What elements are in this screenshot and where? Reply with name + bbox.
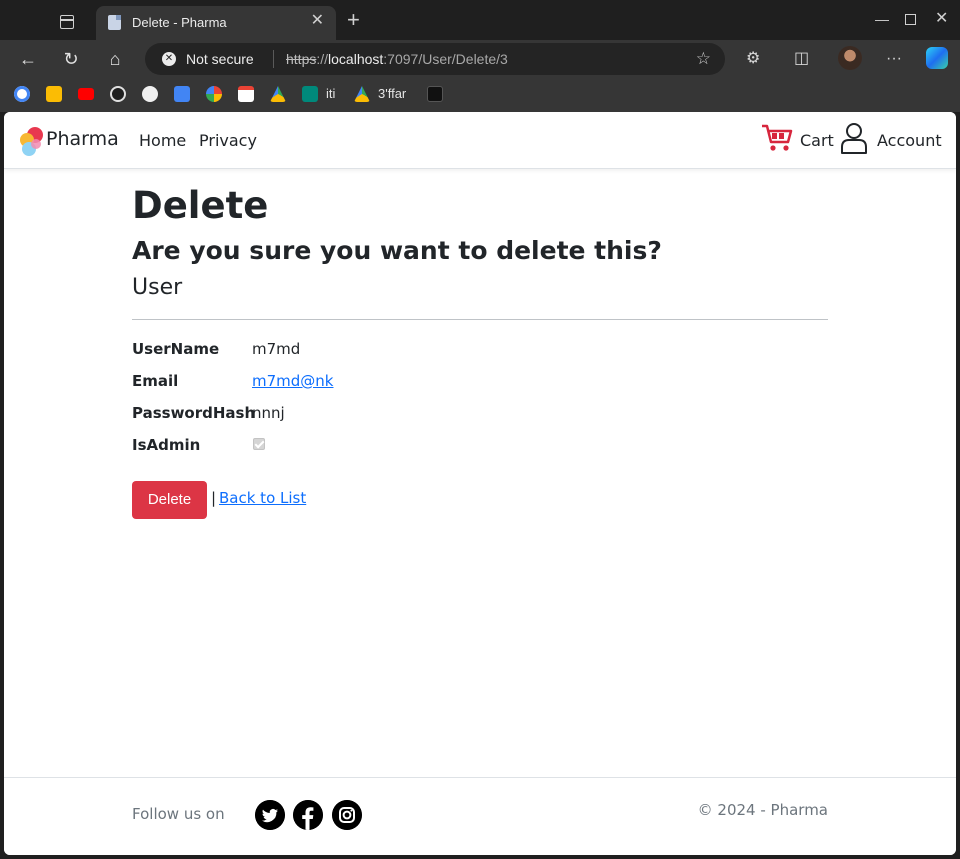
maximize-icon[interactable] — [905, 14, 916, 25]
cart-link[interactable]: Cart — [800, 131, 834, 150]
account-icon[interactable] — [840, 122, 868, 154]
brand-name[interactable]: Pharma — [46, 128, 119, 150]
action-separator: | — [211, 489, 217, 507]
site-navbar: Pharma Home Privacy Cart Account — [4, 112, 956, 169]
bookmark-iti-label[interactable]: iti — [326, 86, 335, 101]
tab-title: Delete - Pharma — [132, 15, 227, 30]
bookmark-docs-icon[interactable] — [174, 86, 190, 102]
security-label[interactable]: Not secure — [186, 51, 254, 67]
confirm-question: Are you sure you want to delete this? — [132, 236, 662, 265]
pharma-logo-icon[interactable] — [18, 126, 44, 156]
bookmark-google-icon[interactable] — [14, 86, 30, 102]
bookmark-meet-icon[interactable] — [302, 86, 318, 102]
new-tab-icon[interactable]: + — [347, 9, 360, 31]
minimize-icon[interactable]: — — [875, 10, 889, 28]
facebook-icon[interactable] — [293, 800, 323, 830]
bookmark-3ffar-label[interactable]: 3'ffar — [378, 86, 406, 101]
bookmark-youtube-icon[interactable] — [78, 88, 94, 100]
browser-title-bar: Delete - Pharma ✕ + — ✕ — [0, 0, 960, 40]
bookmark-hackerrank-icon[interactable] — [427, 86, 443, 102]
favorite-star-icon[interactable]: ☆ — [696, 49, 711, 69]
nav-privacy-link[interactable]: Privacy — [199, 131, 257, 150]
field-label-passwordhash: PasswordHash — [132, 404, 256, 422]
bookmark-gmail-icon[interactable] — [238, 86, 254, 102]
url-host: localhost — [328, 51, 384, 67]
address-bar[interactable]: ✕ Not secure https://localhost:7097/User… — [145, 43, 725, 75]
site-footer: Follow us on © 2024 - Pharma — [4, 777, 956, 855]
field-label-isadmin: IsAdmin — [132, 436, 201, 454]
reload-icon[interactable]: ↻ — [58, 46, 84, 72]
window-close-icon[interactable]: ✕ — [935, 10, 948, 28]
more-menu-icon[interactable]: ··· — [886, 48, 902, 70]
field-value-username: m7md — [252, 340, 301, 358]
copilot-icon[interactable] — [926, 47, 948, 69]
url-path: :7097/User/Delete/3 — [383, 51, 508, 67]
split-screen-icon[interactable]: ◫ — [794, 48, 809, 70]
email-link[interactable]: m7md@nk — [252, 372, 333, 390]
back-to-list-link[interactable]: Back to List — [219, 489, 306, 507]
profile-avatar[interactable] — [838, 46, 862, 70]
field-value-passwordhash: nnnj — [252, 404, 285, 422]
field-value-email: m7md@nk — [252, 372, 333, 390]
url-separator: :// — [316, 51, 329, 67]
divider — [132, 319, 828, 320]
instagram-icon[interactable] — [332, 800, 362, 830]
browser-tab[interactable]: Delete - Pharma ✕ — [96, 6, 336, 40]
account-link[interactable]: Account — [877, 131, 942, 150]
tab-close-icon[interactable]: ✕ — [311, 13, 324, 29]
entity-heading: User — [132, 275, 183, 300]
field-label-email: Email — [132, 372, 179, 390]
back-icon[interactable]: ← — [15, 46, 41, 72]
isadmin-checkbox — [253, 438, 265, 450]
twitter-icon[interactable] — [255, 800, 285, 830]
field-label-username: UserName — [132, 340, 220, 358]
nav-home-link[interactable]: Home — [139, 131, 186, 150]
page-title: Delete — [132, 184, 269, 227]
url-text[interactable]: https://localhost:7097/User/Delete/3 — [286, 51, 508, 67]
not-secure-icon[interactable]: ✕ — [162, 52, 176, 66]
address-divider — [273, 50, 274, 68]
cart-icon[interactable] — [761, 122, 793, 154]
copyright-text: © 2024 - Pharma — [697, 801, 828, 819]
tab-actions-icon[interactable] — [60, 15, 74, 29]
delete-button[interactable]: Delete — [132, 481, 207, 519]
page-viewport: Pharma Home Privacy Cart Account Delete … — [4, 112, 956, 855]
home-icon[interactable]: ⌂ — [102, 46, 128, 72]
bookmark-chatgpt-icon[interactable] — [110, 86, 126, 102]
bookmark-github-icon[interactable] — [142, 86, 158, 102]
url-protocol: https — [286, 51, 317, 67]
bookmark-photos-icon[interactable] — [206, 86, 222, 102]
bookmark-keep-icon[interactable] — [46, 86, 62, 102]
browser-toolbar: ← ↻ ⌂ ✕ Not secure https://localhost:709… — [0, 40, 960, 78]
follow-us-text: Follow us on — [132, 805, 225, 823]
page-favicon-icon — [108, 15, 121, 30]
extensions-icon[interactable]: ⚙ — [746, 48, 760, 70]
